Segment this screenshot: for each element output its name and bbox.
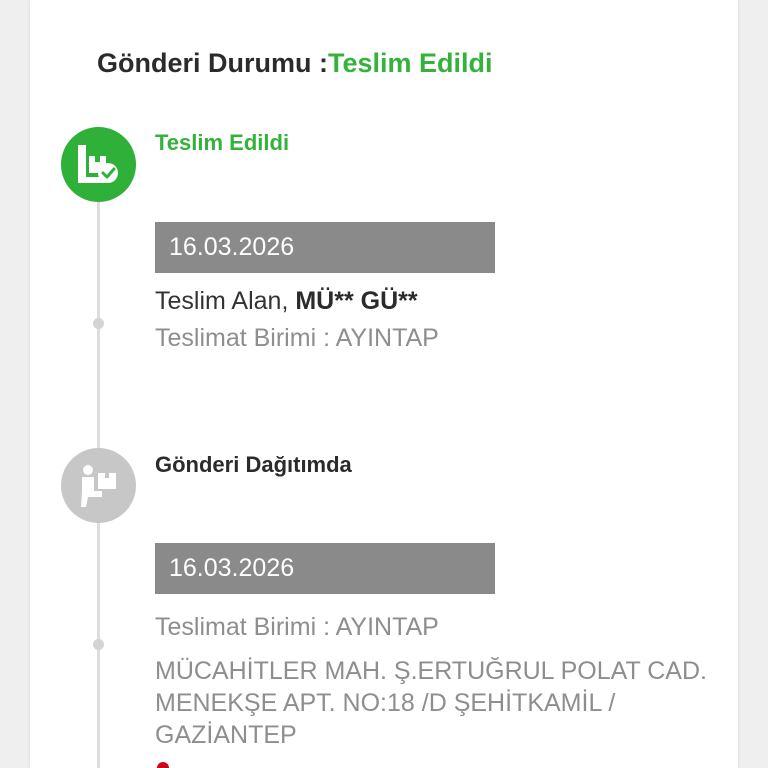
step-date-out-for-delivery: 16.03.2026 (155, 543, 495, 594)
courier-package-icon (61, 448, 136, 523)
location-marker-icon (157, 762, 169, 768)
shipment-tracking-card: Gönderi Durumu :Teslim Edildi Teslim Edi… (30, 0, 738, 768)
recipient-label: Teslim Alan, (155, 287, 296, 315)
delivery-unit-out-for-delivery: Teslimat Birimi : AYINTAP (155, 613, 439, 641)
recipient-info: Teslim Alan, MÜ** GÜ** (155, 287, 418, 316)
step-title-delivered: Teslim Edildi (155, 130, 290, 155)
status-value: Teslim Edildi (328, 48, 493, 78)
step-date-delivered: 16.03.2026 (155, 222, 495, 273)
shipment-status-heading: Gönderi Durumu :Teslim Edildi (97, 48, 493, 79)
delivery-unit-address: MÜCAHİTLER MAH. Ş.ERTUĞRUL POLAT CAD. ME… (155, 657, 707, 749)
timeline-dot (93, 639, 104, 650)
timeline-dot (93, 318, 104, 329)
step-title-out-for-delivery: Gönderi Dağıtımda (155, 452, 352, 477)
package-delivered-icon (61, 127, 136, 202)
status-label: Gönderi Durumu : (97, 48, 328, 78)
delivery-unit-delivered: Teslimat Birimi : AYINTAP (155, 324, 439, 352)
recipient-name: MÜ** GÜ** (295, 287, 418, 315)
